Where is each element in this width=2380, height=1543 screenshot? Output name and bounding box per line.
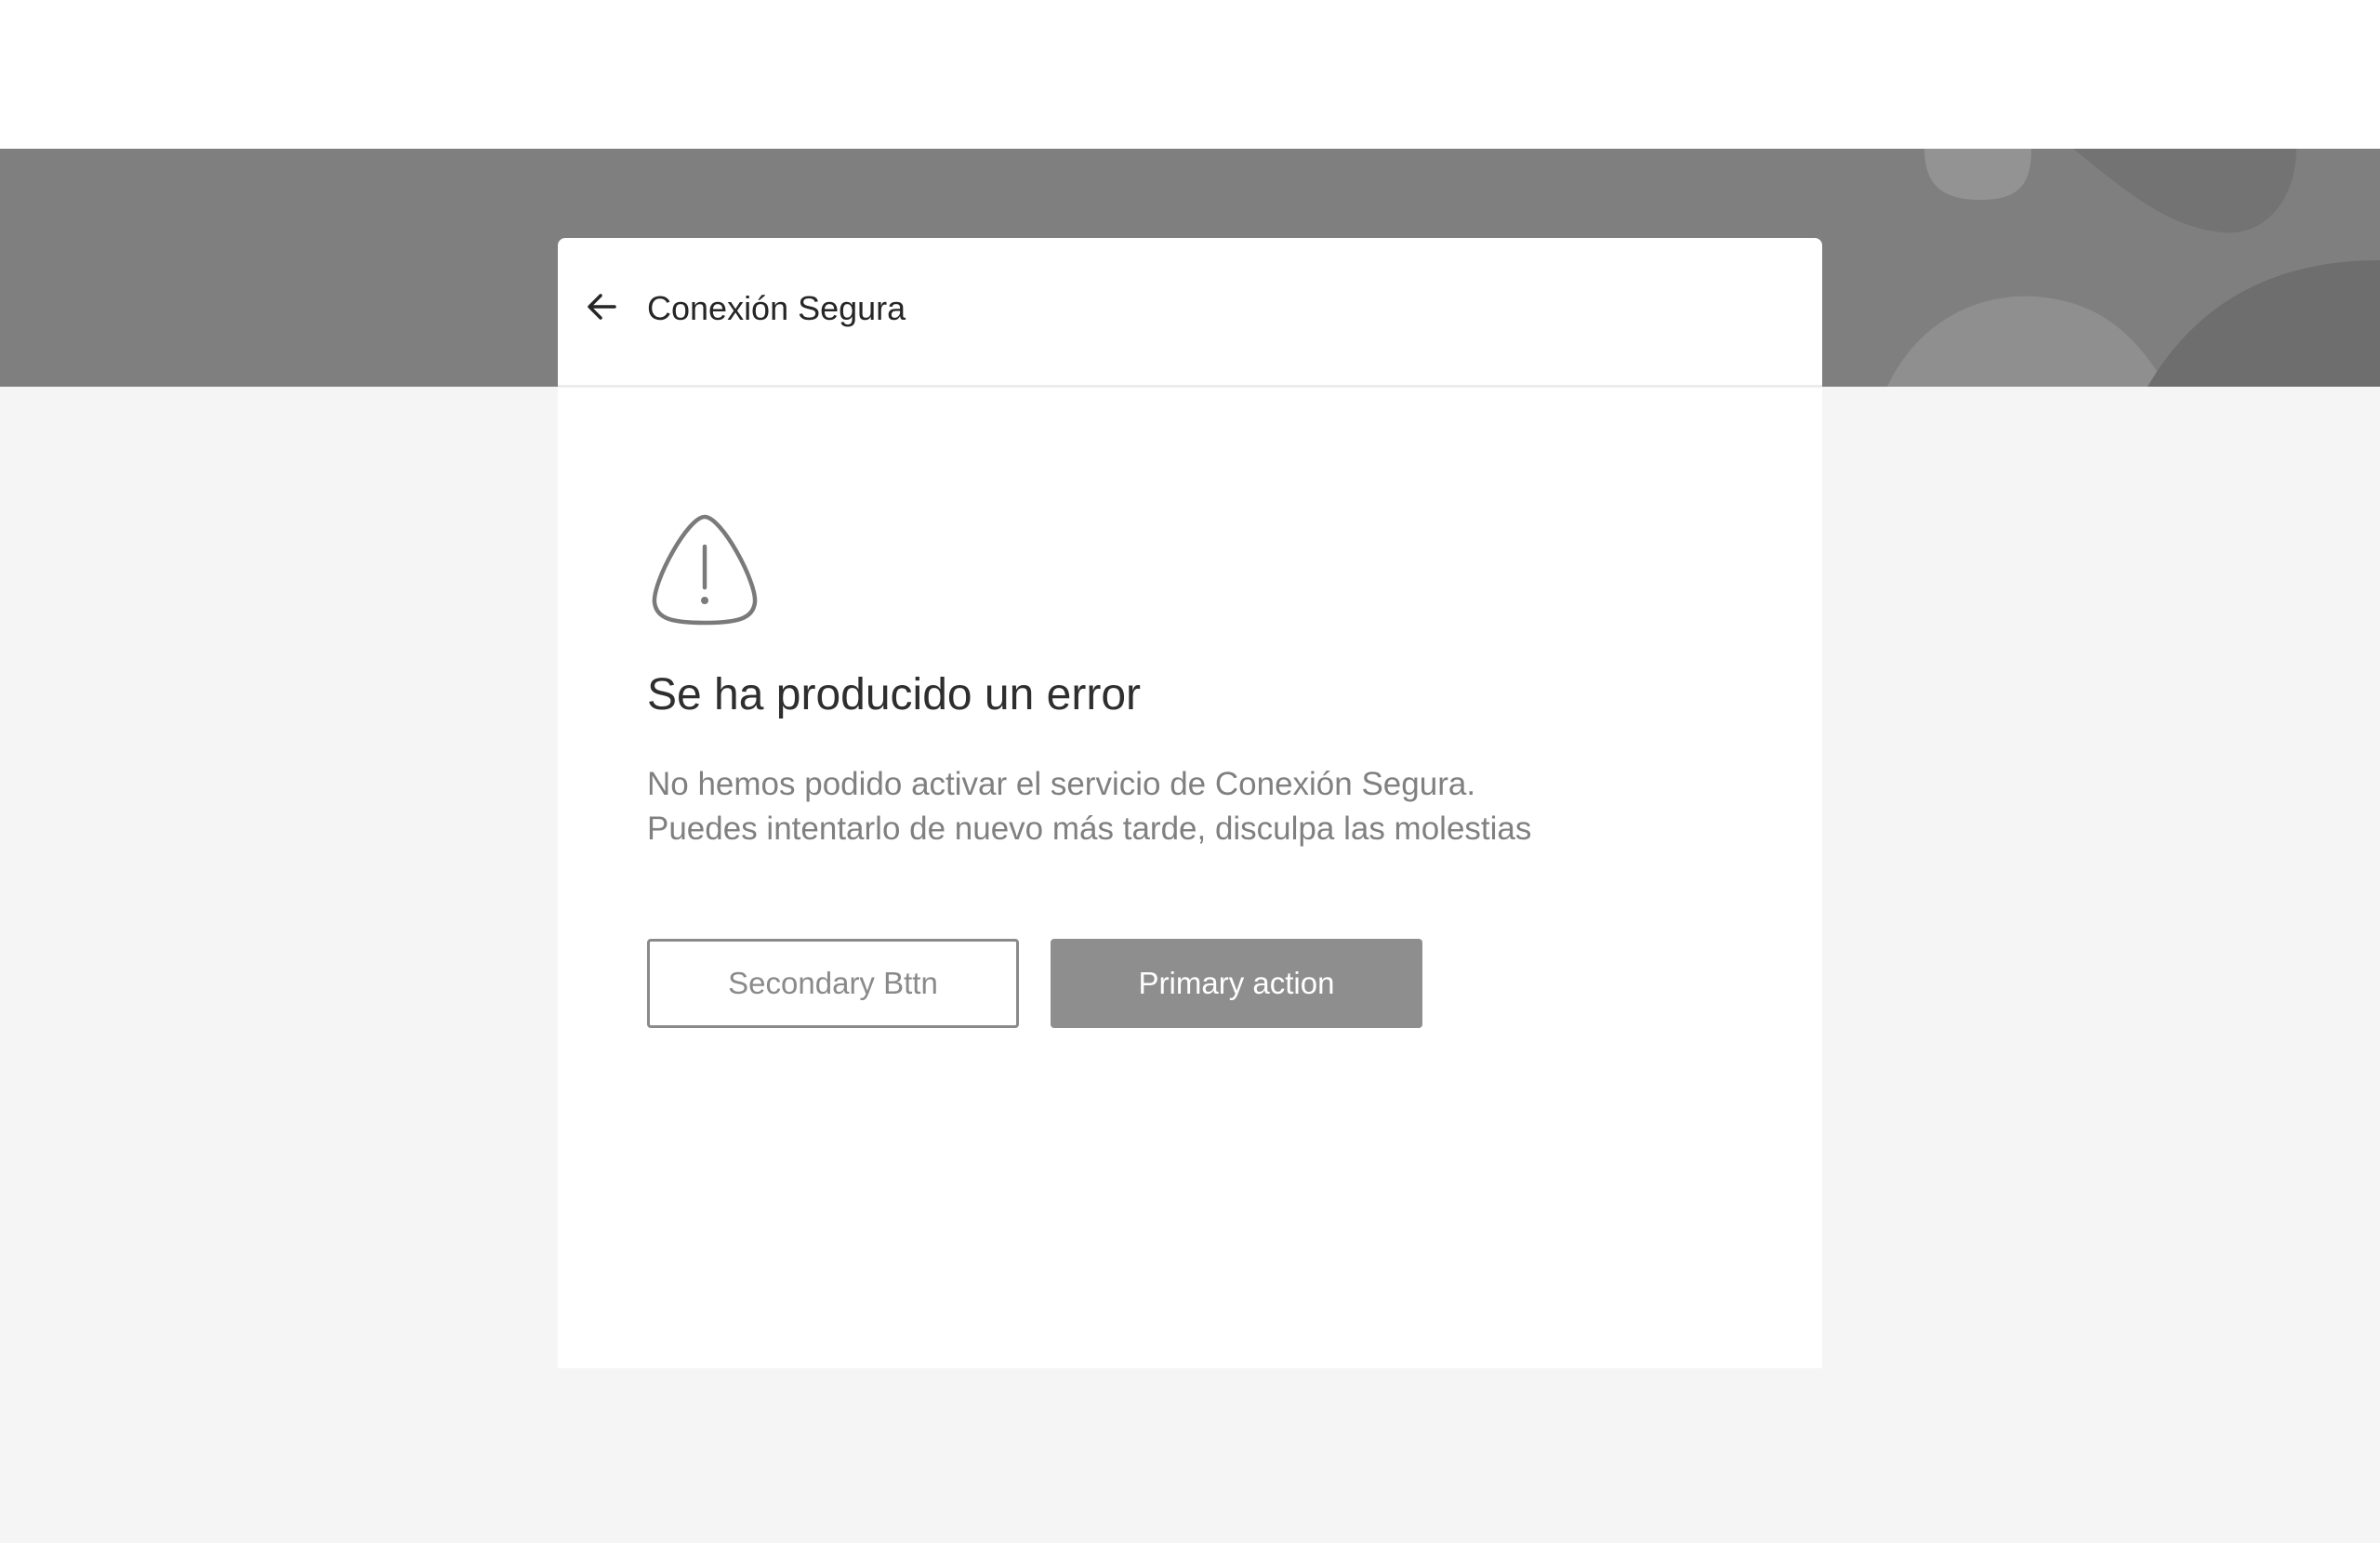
primary-action-button[interactable]: Primary action [1051, 939, 1422, 1028]
error-message: No hemos podido activar el servicio de C… [647, 766, 1532, 847]
card-header: Conexión Segura [558, 238, 1822, 388]
top-bar [0, 0, 2380, 149]
page-title: Conexión Segura [647, 289, 906, 327]
secondary-button[interactable]: Secondary Bttn [647, 939, 1019, 1028]
main-card: Conexión Segura Se ha producido un error… [558, 238, 1822, 1368]
arrow-left-icon [588, 294, 616, 320]
back-button[interactable] [582, 286, 623, 327]
error-title: Se ha producido un error [647, 670, 1141, 719]
warning-triangle-icon [647, 511, 762, 626]
